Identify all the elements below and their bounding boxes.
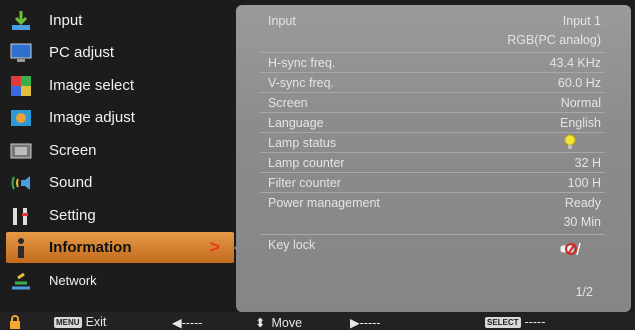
info-label: Lamp status xyxy=(268,136,337,150)
menu-item-screen[interactable]: Screen xyxy=(6,135,234,166)
info-label: Language xyxy=(268,116,324,130)
key-lock-off-icon xyxy=(559,241,581,260)
lamp-bulb-icon xyxy=(563,134,577,153)
image-adjust-icon xyxy=(10,107,32,129)
menu-item-pc-adjust[interactable]: PC adjust xyxy=(6,37,234,68)
menu-item-label: Information xyxy=(49,239,132,256)
screen-icon xyxy=(10,140,32,162)
info-row-key-lock: Key lock xyxy=(260,235,605,271)
info-row-power-management: Power management Ready 30 Min xyxy=(260,193,605,235)
exit-label: Exit xyxy=(85,315,107,329)
menu-item-image-select[interactable]: Image select xyxy=(6,70,234,101)
info-row-language: Language English xyxy=(260,113,605,133)
info-value: 60.0 Hz xyxy=(557,76,601,90)
menu-item-label: Input xyxy=(49,12,83,29)
chevron-right-icon: > xyxy=(209,237,220,257)
menu-item-label: Network xyxy=(49,273,97,288)
info-value-secondary: 30 Min xyxy=(563,215,601,229)
info-label: Screen xyxy=(268,96,308,110)
info-label: Filter counter xyxy=(268,176,341,190)
menu-item-information[interactable]: Information > xyxy=(6,232,242,263)
move-key-hint: ⬍ Move xyxy=(255,315,302,330)
menu-item-label: PC adjust xyxy=(49,44,115,61)
menu-item-label: Image select xyxy=(49,77,135,94)
info-label: Lamp counter xyxy=(268,156,345,170)
menu-item-label: Sound xyxy=(49,174,93,191)
bottom-key-guide: MENU Exit ◀----- ⬍ Move ▶----- SELECT --… xyxy=(0,312,635,330)
info-value: 32 H xyxy=(574,156,601,170)
select-key-badge: SELECT xyxy=(485,316,521,328)
info-label: V-sync freq. xyxy=(268,76,334,90)
menu-item-label: Screen xyxy=(49,142,97,159)
menu-item-label: Setting xyxy=(49,207,96,224)
menu-item-label: Image adjust xyxy=(49,109,135,126)
pc-adjust-icon xyxy=(10,42,32,64)
info-value-secondary: RGB(PC analog) xyxy=(507,33,601,47)
info-row-lamp-counter: Lamp counter 32 H xyxy=(260,153,605,173)
menu-item-sound[interactable]: Sound xyxy=(6,167,234,198)
info-row-h-sync: H-sync freq. 43.4 KHz xyxy=(260,53,605,73)
info-label: Input xyxy=(268,14,296,28)
info-value: Ready xyxy=(564,196,601,210)
select-key-hint: SELECT ----- xyxy=(485,315,545,329)
info-value: English xyxy=(560,116,601,130)
info-row-lamp-status: Lamp status xyxy=(260,133,605,153)
network-icon xyxy=(10,270,32,292)
setting-icon xyxy=(10,205,32,227)
image-select-icon xyxy=(10,75,32,97)
info-label: Power management xyxy=(268,196,380,210)
info-value: 100 H xyxy=(567,176,601,190)
menu-item-network[interactable]: Network xyxy=(6,265,234,296)
info-row-screen: Screen Normal xyxy=(260,93,605,113)
info-value: Normal xyxy=(560,96,601,110)
info-label: Key lock xyxy=(268,238,316,252)
left-menu: Input PC adjust Image select Image adjus… xyxy=(6,5,242,310)
up-down-arrow-icon: ⬍ xyxy=(255,316,266,330)
info-row-v-sync: V-sync freq. 60.0 Hz xyxy=(260,73,605,93)
info-row-input: Input Input 1 RGB(PC analog) xyxy=(260,11,605,53)
information-icon xyxy=(10,237,32,259)
input-icon xyxy=(10,10,32,32)
projector-osd-menu: Input PC adjust Image select Image adjus… xyxy=(0,0,635,330)
select-dashes: ----- xyxy=(524,315,546,329)
lock-icon xyxy=(8,315,22,329)
sound-icon xyxy=(10,172,32,194)
exit-key-hint: MENU Exit xyxy=(54,315,106,329)
info-value: 43.4 KHz xyxy=(549,56,601,70)
page-indicator: 1/2 xyxy=(575,285,593,299)
info-label: H-sync freq. xyxy=(268,56,336,70)
menu-item-image-adjust[interactable]: Image adjust xyxy=(6,102,234,133)
right-key-hint: ▶----- xyxy=(350,316,381,330)
information-panel: Input Input 1 RGB(PC analog) H-sync freq… xyxy=(236,5,631,312)
menu-key-badge: MENU xyxy=(54,316,82,328)
menu-item-input[interactable]: Input xyxy=(6,5,234,36)
left-key-hint: ◀----- xyxy=(172,316,203,330)
menu-item-setting[interactable]: Setting xyxy=(6,200,234,231)
info-row-filter-counter: Filter counter 100 H xyxy=(260,173,605,193)
info-value: Input 1 xyxy=(562,14,601,28)
move-label: Move xyxy=(271,315,303,330)
